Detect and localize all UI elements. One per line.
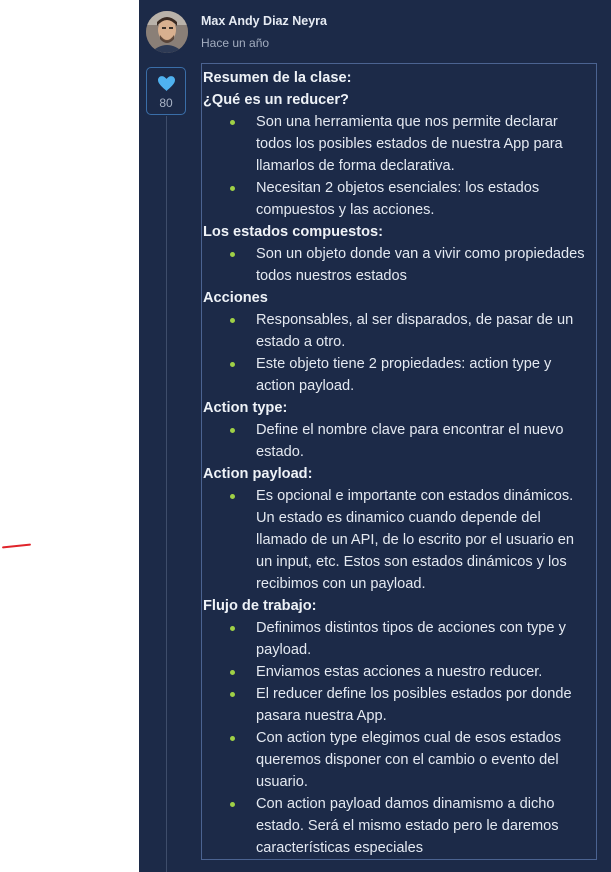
list-item: Necesitan 2 objetos esenciales: los esta… (203, 177, 596, 221)
heading-composite-states: Los estados compuestos: (203, 224, 384, 240)
list-actions: Responsables, al ser disparados, de pasa… (203, 309, 596, 397)
list-item: Es opcional e importante con estados din… (203, 485, 596, 595)
heading-summary: Resumen de la clase: (203, 70, 352, 86)
list-item: Con action type elegimos cual de esos es… (203, 727, 596, 793)
user-photo-icon (146, 11, 188, 53)
list-what-is-reducer: Son una herramienta que nos permite decl… (203, 111, 596, 221)
list-composite-states: Son un objeto donde van a vivir como pro… (203, 243, 596, 287)
red-pen-mark (1, 543, 32, 549)
heading-actions: Acciones (203, 290, 268, 306)
list-item: Este objeto tiene 2 propiedades: action … (203, 353, 596, 397)
list-item: Con action payload damos dinamismo a dic… (203, 793, 596, 859)
comment-timestamp: Hace un año (201, 36, 270, 50)
list-item: Responsables, al ser disparados, de pasa… (203, 309, 596, 353)
thread-line (166, 116, 167, 872)
author-name[interactable]: Max Andy Diaz Neyra (201, 14, 327, 28)
comment-body: Resumen de la clase: ¿Qué es un reducer?… (201, 63, 597, 860)
list-action-type: Define el nombre clave para encontrar el… (203, 419, 596, 463)
heading-action-payload: Action payload: (203, 466, 313, 482)
list-item: Define el nombre clave para encontrar el… (203, 419, 596, 463)
list-workflow: Definimos distintos tipos de acciones co… (203, 617, 596, 859)
avatar[interactable] (146, 11, 188, 53)
list-item: Enviamos estas acciones a nuestro reduce… (203, 661, 596, 683)
heart-icon (158, 76, 175, 91)
heading-what-is-reducer: ¿Qué es un reducer? (203, 92, 349, 108)
list-item: Son una herramienta que nos permite decl… (203, 111, 596, 177)
list-item: El reducer define los posibles estados p… (203, 683, 596, 727)
like-count: 80 (159, 96, 173, 110)
heading-action-type: Action type: (203, 400, 288, 416)
list-item: Son un objeto donde van a vivir como pro… (203, 243, 596, 287)
like-button[interactable]: 80 (146, 67, 186, 115)
list-action-payload: Es opcional e importante con estados din… (203, 485, 596, 595)
heading-workflow: Flujo de trabajo: (203, 598, 317, 614)
list-item: Definimos distintos tipos de acciones co… (203, 617, 596, 661)
